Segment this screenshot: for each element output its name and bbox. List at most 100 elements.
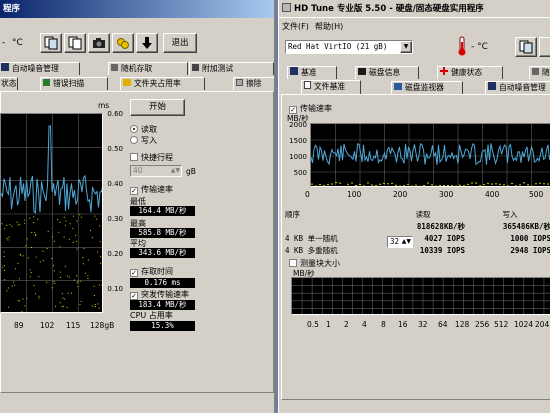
access-time-point: [97, 251, 99, 253]
access-time-point: [355, 185, 357, 186]
access-time-point: [387, 183, 389, 185]
folder-icon: [123, 79, 131, 86]
access-time-point: [2, 266, 4, 268]
menu-file[interactable]: 文件(F): [282, 21, 309, 32]
access-time-point: [419, 185, 421, 186]
start-button[interactable]: 开始: [130, 99, 185, 116]
access-time-point: [98, 284, 100, 286]
access-time-point: [53, 281, 55, 283]
block-x-tick: 1024: [514, 320, 534, 329]
short-stroke-input[interactable]: 40 ▲▼: [130, 165, 182, 177]
menu-help[interactable]: 帮助(H): [315, 21, 343, 32]
right-title-bar[interactable]: HD Tune 专业版 5.50 - 硬盘/固态硬盘实用程序: [279, 0, 550, 18]
copy-all-button[interactable]: [64, 33, 86, 53]
drive-select[interactable]: Red Hat VirtIO (21 gB) ▼: [285, 40, 413, 54]
red-cross-icon: [440, 67, 448, 75]
burst-rate-checkbox[interactable]: ✓ 突发传输速率: [130, 289, 189, 300]
transfer-rate-checkbox[interactable]: ✓ 传输速率: [130, 184, 173, 195]
right-copy-all-button[interactable]: [539, 37, 550, 57]
read-radio[interactable]: 读取: [130, 124, 157, 135]
access-time-point: [98, 307, 100, 309]
access-time-point: [35, 234, 37, 235]
access-time-point: [407, 183, 409, 185]
transfer-rate-check: ✓: [130, 187, 138, 195]
exit-button[interactable]: 退出: [163, 33, 197, 53]
tab-right-aam-label: 自动噪音管理: [499, 83, 546, 92]
tab-error-scan[interactable]: 错误扫描: [40, 77, 108, 90]
access-time-point: [99, 241, 101, 243]
tab-random-access[interactable]: 随机存取: [108, 62, 188, 75]
speaker-icon: [488, 82, 496, 90]
access-time-point: [76, 220, 78, 222]
access-time-checkbox[interactable]: ✓ 存取时间: [130, 266, 173, 277]
tab-disk-info[interactable]: 磁盘信息: [355, 66, 419, 79]
left-title-bar[interactable]: 程序: [0, 0, 274, 18]
block-x-tick: 2: [344, 320, 349, 329]
tab-disk-info-label: 磁盘信息: [369, 68, 401, 77]
read-radio-label: 读取: [141, 125, 157, 134]
tab-disk-monitor[interactable]: 磁盘监视器: [391, 81, 463, 94]
benchmark-icon: [290, 67, 298, 75]
left-window-title: 程序: [3, 4, 21, 14]
error-scan-icon: [43, 79, 50, 86]
burst-rate-label: 突发传输速率: [141, 290, 189, 299]
access-time-point: [475, 182, 477, 184]
access-time-point: [87, 259, 89, 261]
tab-disk-monitor-label: 磁盘监视器: [405, 83, 444, 92]
tab-right-aam[interactable]: 自动噪音管理: [485, 81, 550, 94]
access-time-point: [335, 182, 337, 184]
access-time-point: [26, 297, 28, 299]
tab-extra-tests[interactable]: 附加测试: [189, 62, 274, 75]
block-x-tick: 0.5: [307, 320, 319, 329]
access-time-point: [427, 182, 429, 184]
access-time-point: [6, 290, 8, 292]
write-radio[interactable]: 写入: [130, 135, 157, 146]
grid-icon: [111, 64, 118, 71]
access-time-point: [17, 262, 19, 264]
access-time-point: [76, 275, 78, 277]
short-stroke-checkbox[interactable]: 快捷行程: [130, 152, 173, 163]
right-y-tick: 500: [293, 169, 307, 177]
tab-folder-usage[interactable]: 文件夹占用率: [120, 77, 205, 90]
block-size-label: 测量块大小: [300, 259, 340, 268]
access-time-label: 存取时间: [141, 267, 173, 276]
save-button[interactable]: [136, 33, 158, 53]
queue-depth-select[interactable]: 32 ▲▼: [387, 236, 413, 248]
access-time-point: [52, 236, 53, 238]
access-time-point: [21, 311, 23, 312]
access-time-point: [363, 185, 365, 186]
speaker-icon: [1, 63, 9, 71]
access-time-point: [9, 223, 11, 225]
access-time-point: [83, 248, 85, 250]
access-time-point: [38, 297, 40, 299]
extra-tests-icon: [192, 64, 199, 71]
tab-health-status[interactable]: 健康状态: [437, 66, 503, 79]
access-time-point: [11, 285, 13, 287]
access-time-point: [17, 300, 19, 302]
right-x-tick: 100: [347, 190, 362, 199]
tab-file-benchmark[interactable]: 文件基准: [301, 80, 361, 94]
tab-benchmark[interactable]: 基准: [287, 66, 337, 79]
access-time-point: [18, 278, 20, 280]
access-time-point: [92, 305, 93, 307]
tab-random[interactable]: 随机: [529, 66, 550, 79]
tab-health[interactable]: 状态: [0, 77, 18, 90]
tab-health-label: 状态: [1, 79, 17, 88]
access-time-point: [95, 306, 96, 307]
tab-aam[interactable]: 自动噪音管理: [0, 62, 80, 75]
access-time-point: [343, 185, 345, 186]
access-time-point: [33, 222, 35, 223]
block-size-grid: [292, 278, 550, 314]
options-button[interactable]: [112, 33, 134, 53]
access-time-point: [20, 253, 22, 255]
access-time-point: [80, 216, 82, 218]
table-row: 4 KB 多重随机 10339 IOPS 2948 IOPS: [283, 244, 550, 256]
right-copy-button[interactable]: [515, 37, 537, 57]
access-time-point: [51, 287, 53, 289]
access-time-point: [35, 235, 37, 237]
tab-erase[interactable]: 擦除: [233, 77, 274, 90]
access-time-point: [7, 287, 9, 289]
access-time-point: [72, 241, 74, 243]
copy-info-button[interactable]: [40, 33, 62, 53]
screenshot-button[interactable]: [88, 33, 110, 53]
